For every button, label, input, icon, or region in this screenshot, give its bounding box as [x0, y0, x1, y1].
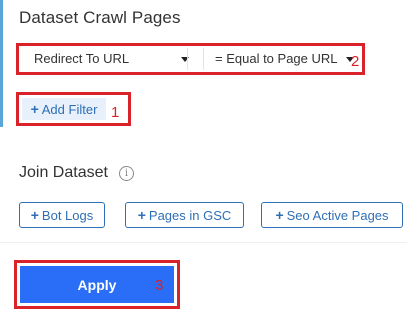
join-seo-active-pages-label: Seo Active Pages	[286, 207, 389, 223]
filter-field-select[interactable]: Redirect To URL	[34, 49, 194, 69]
section-accent-bar	[0, 0, 3, 127]
join-bot-logs-label: Bot Logs	[41, 207, 94, 223]
join-pages-in-gsc-label: Pages in GSC	[148, 207, 232, 223]
filter-operator-value: = Equal to Page URL	[215, 51, 338, 66]
filter-field-value: Redirect To URL	[34, 51, 130, 66]
annotation-label-1: 1	[111, 104, 120, 121]
filter-operator-select[interactable]: = Equal to Page URL	[215, 49, 363, 69]
filter-divider	[203, 48, 204, 70]
info-icon[interactable]: i	[119, 166, 134, 181]
annotation-label-3: 3	[155, 277, 164, 294]
plus-icon: +	[30, 101, 39, 117]
section-title: Dataset Crawl Pages	[19, 8, 181, 27]
apply-label: Apply	[77, 276, 117, 293]
add-filter-label: Add Filter	[41, 101, 98, 117]
plus-icon: +	[30, 207, 39, 223]
apply-highlight: Apply 3	[14, 260, 180, 309]
join-pages-in-gsc-button[interactable]: + Pages in GSC	[125, 202, 244, 228]
plus-icon: +	[137, 207, 146, 223]
add-filter-highlight: + Add Filter 1	[16, 92, 131, 126]
join-bot-logs-button[interactable]: + Bot Logs	[19, 202, 105, 228]
join-dataset-title: Join Dataset	[19, 164, 108, 181]
add-filter-button[interactable]: + Add Filter	[22, 98, 106, 120]
filter-divider	[187, 48, 188, 70]
plus-icon: +	[275, 207, 284, 223]
footer-divider	[0, 242, 407, 243]
annotation-label-2: 2	[351, 53, 360, 70]
join-seo-active-pages-button[interactable]: + Seo Active Pages	[261, 202, 403, 228]
apply-button[interactable]: Apply	[20, 266, 174, 303]
filter-row: Redirect To URL = Equal to Page URL	[16, 43, 365, 75]
